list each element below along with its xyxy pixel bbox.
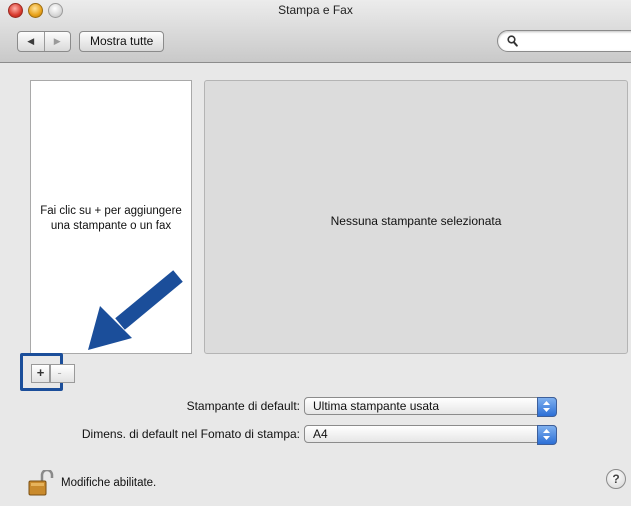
add-printer-button[interactable]: + (31, 364, 50, 383)
popup-stepper-icon (537, 397, 557, 417)
lock-status-label: Modifiche abilitate. (61, 477, 157, 489)
default-paper-size-label: Dimens. di default nel Fomato di stampa: (81, 427, 300, 441)
printer-detail-pane: Nessuna stampante selezionata (204, 80, 628, 354)
default-printer-label: Stampante di default: (186, 399, 300, 413)
arrow-annotation-icon (88, 270, 183, 350)
search-icon (507, 35, 518, 47)
default-printer-popup[interactable]: Ultima stampante usata (304, 397, 557, 417)
default-paper-size-value: A4 (313, 427, 328, 441)
toolbar: Stampa e Fax ◀ ▶ Mostra tutte (0, 0, 631, 63)
help-button[interactable]: ? (606, 469, 626, 489)
list-button-spacer (67, 364, 75, 383)
default-paper-size-popup[interactable]: A4 (304, 425, 557, 445)
lock-open-icon[interactable] (26, 470, 56, 496)
forward-button[interactable]: ▶ (43, 32, 71, 51)
search-input[interactable] (522, 33, 631, 50)
empty-list-hint: Fai clic su + per aggiungere una stampan… (40, 205, 182, 232)
no-printer-selected-label: Nessuna stampante selezionata (330, 214, 502, 228)
search-field[interactable] (497, 30, 631, 52)
popup-stepper-icon (537, 425, 557, 445)
back-button[interactable]: ◀ (18, 32, 44, 51)
show-all-button[interactable]: Mostra tutte (79, 31, 165, 52)
navigation-buttons: ◀ ▶ (17, 31, 71, 52)
window: Stampa e Fax ◀ ▶ Mostra tutte Fai clic s… (0, 0, 631, 506)
default-printer-value: Ultima stampante usata (313, 399, 440, 413)
window-title: Stampa e Fax (278, 3, 353, 17)
